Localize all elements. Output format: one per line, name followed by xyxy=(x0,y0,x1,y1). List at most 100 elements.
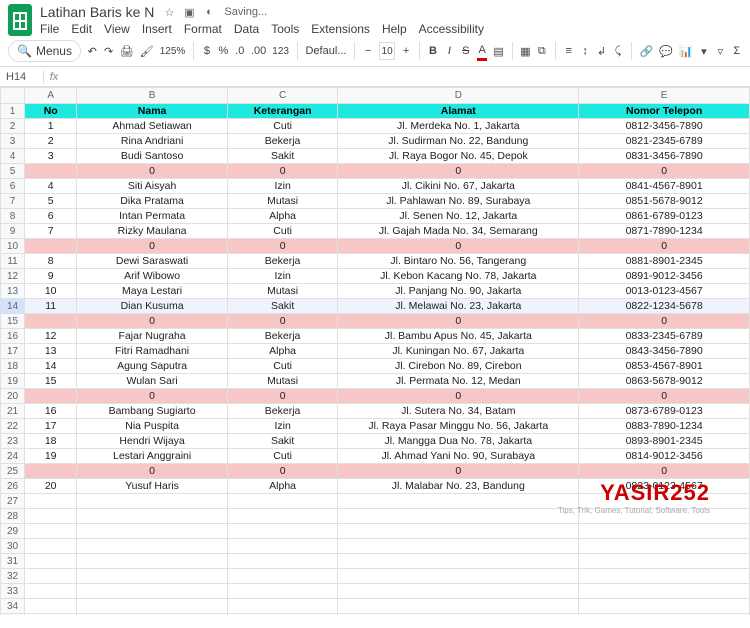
cell[interactable] xyxy=(579,614,750,616)
cell[interactable]: 12 xyxy=(25,329,77,344)
cell[interactable]: Dian Kusuma xyxy=(77,299,228,314)
cell[interactable]: Bekerja xyxy=(227,329,337,344)
row-header[interactable]: 15 xyxy=(1,314,25,329)
cell[interactable]: Rizky Maulana xyxy=(77,224,228,239)
row-header[interactable]: 19 xyxy=(1,374,25,389)
cell[interactable] xyxy=(77,569,228,584)
chart-button[interactable]: 📊 xyxy=(679,41,693,61)
cell[interactable]: Jl. Cirebon No. 89, Cirebon xyxy=(338,359,579,374)
cell[interactable]: Yusuf Haris xyxy=(77,479,228,494)
menu-data[interactable]: Data xyxy=(234,22,259,36)
cell[interactable]: Jl. Sudirman No. 22, Bandung xyxy=(338,134,579,149)
cell[interactable] xyxy=(227,599,337,614)
row-header[interactable]: 1 xyxy=(1,104,25,119)
menu-help[interactable]: Help xyxy=(382,22,407,36)
cell[interactable]: 0 xyxy=(227,239,337,254)
cell[interactable]: 15 xyxy=(25,374,77,389)
cell[interactable]: Jl. Panjang No. 90, Jakarta xyxy=(338,284,579,299)
cell[interactable]: 0013-0123-4567 xyxy=(579,284,750,299)
row-header[interactable]: 24 xyxy=(1,449,25,464)
cell[interactable]: Jl. Merdeka No. 1, Jakarta xyxy=(338,119,579,134)
cell[interactable]: Alpha xyxy=(227,344,337,359)
cell[interactable]: Cuti xyxy=(227,224,337,239)
menu-view[interactable]: View xyxy=(104,22,130,36)
cell[interactable]: 0814-9012-3456 xyxy=(579,449,750,464)
cell[interactable]: Ahmad Setiawan xyxy=(77,119,228,134)
cell[interactable] xyxy=(338,599,579,614)
fill-color-button[interactable]: ▤ xyxy=(493,41,503,61)
cell[interactable] xyxy=(77,509,228,524)
cell[interactable]: Nama xyxy=(77,104,228,119)
cell[interactable]: Siti Aisyah xyxy=(77,179,228,194)
cell[interactable] xyxy=(338,509,579,524)
filter-views-button[interactable]: ▿ xyxy=(715,41,725,61)
font-size-field[interactable]: 10 xyxy=(379,42,395,60)
cloud-status-icon[interactable]: ◐ xyxy=(202,5,216,19)
currency-button[interactable]: $ xyxy=(202,41,212,61)
cell[interactable] xyxy=(25,464,77,479)
cell[interactable]: Jl. Bintaro No. 56, Tangerang xyxy=(338,254,579,269)
cell[interactable] xyxy=(77,524,228,539)
cell[interactable]: Izin xyxy=(227,179,337,194)
cell[interactable]: 0891-9012-3456 xyxy=(579,269,750,284)
row-header[interactable]: 25 xyxy=(1,464,25,479)
cell[interactable]: Jl. Sutera No. 34, Batam xyxy=(338,404,579,419)
strike-button[interactable]: S xyxy=(461,41,471,61)
cell[interactable]: Jl. Bambu Apus No. 45, Jakarta xyxy=(338,329,579,344)
cell[interactable]: Izin xyxy=(227,269,337,284)
vert-align-button[interactable]: ↕ xyxy=(580,41,590,61)
col-header-B[interactable]: B xyxy=(77,88,228,104)
cell[interactable] xyxy=(579,584,750,599)
sheets-logo-icon[interactable] xyxy=(8,4,32,36)
cell[interactable]: 0 xyxy=(579,314,750,329)
cell[interactable]: Rina Andriani xyxy=(77,134,228,149)
cell[interactable]: Cuti xyxy=(227,359,337,374)
cell[interactable]: Cuti xyxy=(227,119,337,134)
cell[interactable]: 0831-3456-7890 xyxy=(579,149,750,164)
row-header[interactable]: 23 xyxy=(1,434,25,449)
cell[interactable] xyxy=(338,524,579,539)
col-header-E[interactable]: E xyxy=(579,88,750,104)
cell[interactable] xyxy=(25,614,77,616)
cell[interactable]: Hendri Wijaya xyxy=(77,434,228,449)
cell[interactable]: 0822-1234-5678 xyxy=(579,299,750,314)
cell[interactable]: Fajar Nugraha xyxy=(77,329,228,344)
cell[interactable]: 0821-2345-6789 xyxy=(579,134,750,149)
link-button[interactable]: 🔗 xyxy=(640,41,654,61)
cell[interactable]: Bekerja xyxy=(227,134,337,149)
increase-font-button[interactable]: + xyxy=(401,41,411,61)
cell[interactable] xyxy=(338,584,579,599)
cell[interactable]: 0841-4567-8901 xyxy=(579,179,750,194)
decrease-decimal-button[interactable]: .0 xyxy=(235,41,245,61)
cell[interactable]: Bekerja xyxy=(227,254,337,269)
col-header-A[interactable]: A xyxy=(25,88,77,104)
cell[interactable]: Alpha xyxy=(227,209,337,224)
cell[interactable]: 0 xyxy=(77,314,228,329)
menu-edit[interactable]: Edit xyxy=(71,22,92,36)
row-header[interactable]: 21 xyxy=(1,404,25,419)
cell[interactable] xyxy=(25,599,77,614)
cell[interactable]: 0 xyxy=(338,389,579,404)
row-header[interactable]: 5 xyxy=(1,164,25,179)
cell[interactable] xyxy=(77,599,228,614)
cell[interactable] xyxy=(579,569,750,584)
select-all-corner[interactable] xyxy=(1,88,25,104)
cell[interactable]: 0 xyxy=(77,239,228,254)
cell[interactable] xyxy=(338,569,579,584)
cell[interactable] xyxy=(227,509,337,524)
cell[interactable]: 0 xyxy=(579,239,750,254)
horiz-align-button[interactable]: ≡ xyxy=(564,41,574,61)
cell[interactable]: Mutasi xyxy=(227,194,337,209)
cell[interactable] xyxy=(25,389,77,404)
cell[interactable] xyxy=(77,494,228,509)
row-header[interactable]: 12 xyxy=(1,269,25,284)
row-header[interactable]: 11 xyxy=(1,254,25,269)
row-header[interactable]: 18 xyxy=(1,359,25,374)
cell[interactable]: 0 xyxy=(227,314,337,329)
cell[interactable]: 9 xyxy=(25,269,77,284)
cell[interactable]: 0 xyxy=(579,389,750,404)
row-header[interactable]: 20 xyxy=(1,389,25,404)
cell[interactable]: 6 xyxy=(25,209,77,224)
cell[interactable] xyxy=(77,584,228,599)
row-header[interactable]: 10 xyxy=(1,239,25,254)
